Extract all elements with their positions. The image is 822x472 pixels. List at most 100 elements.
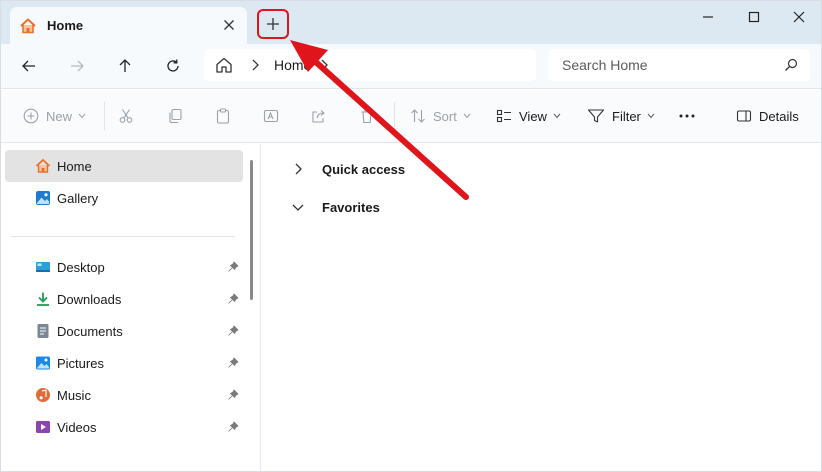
group-quick-access[interactable]: Quick access (291, 158, 405, 180)
divider (104, 102, 105, 130)
new-label: New (46, 108, 73, 124)
group-title: Quick access (322, 161, 406, 177)
address-bar[interactable]: Home (204, 49, 536, 81)
new-tab-button[interactable] (257, 9, 289, 39)
pin-icon[interactable] (227, 357, 239, 369)
share-button[interactable] (311, 104, 327, 128)
chevron-down-icon (78, 113, 86, 119)
breadcrumb-home[interactable]: Home (274, 57, 311, 73)
details-button[interactable]: Details (736, 104, 799, 128)
sidebar-item-pictures[interactable]: Pictures (5, 347, 243, 379)
home-outline-icon[interactable] (214, 55, 234, 75)
chevron-right-icon[interactable] (250, 58, 260, 72)
close-icon (793, 11, 805, 23)
sidebar-item-label: Home (57, 158, 92, 174)
tab-home[interactable]: Home (10, 7, 247, 44)
videos-icon (35, 419, 51, 435)
navigation-bar: Home (1, 44, 821, 89)
plus-icon (267, 18, 279, 30)
sidebar-item-label: Music (57, 387, 91, 403)
rename-icon (263, 109, 279, 123)
view-button[interactable]: View (496, 104, 561, 128)
home-icon (35, 158, 51, 174)
sort-icon (411, 109, 425, 123)
sidebar-item-downloads[interactable]: Downloads (5, 283, 243, 315)
arrow-right-icon (71, 60, 84, 72)
details-label: Details (759, 108, 799, 124)
pin-icon[interactable] (227, 421, 239, 433)
sort-button[interactable]: Sort (410, 104, 471, 128)
command-bar: New Sort View Filter Details (1, 90, 821, 143)
filter-icon (587, 109, 605, 123)
downloads-icon (35, 291, 51, 307)
group-favorites[interactable]: Favorites (291, 196, 380, 218)
new-button[interactable]: New (23, 104, 86, 128)
tab-title: Home (47, 18, 84, 33)
refresh-icon (167, 59, 179, 72)
chevron-right-icon (291, 162, 305, 176)
sidebar-item-home[interactable]: Home (5, 150, 243, 182)
chevron-down-icon (291, 200, 305, 214)
delete-button[interactable] (359, 104, 375, 128)
cut-button[interactable] (118, 104, 134, 128)
sidebar-item-documents[interactable]: Documents (5, 315, 243, 347)
sidebar-item-desktop[interactable]: Desktop (5, 251, 243, 283)
desktop-icon (35, 259, 51, 275)
navigation-pane: Home Gallery Desktop Downloads Documents… (1, 144, 259, 471)
paste-button[interactable] (215, 104, 231, 128)
search-input[interactable] (562, 57, 772, 73)
search-box[interactable] (548, 49, 810, 81)
group-title: Favorites (322, 199, 380, 215)
close-tab-icon[interactable] (220, 16, 238, 34)
search-icon (785, 58, 798, 71)
plus-circle-icon (23, 108, 39, 124)
up-button[interactable] (110, 51, 140, 81)
rename-button[interactable] (263, 104, 279, 128)
sidebar-item-label: Downloads (57, 291, 122, 307)
sidebar-item-label: Videos (57, 419, 97, 435)
pin-icon[interactable] (227, 261, 239, 273)
copy-icon (169, 108, 182, 124)
details-pane-icon (736, 110, 752, 122)
documents-icon (35, 323, 51, 339)
sidebar-item-label: Gallery (57, 190, 99, 206)
divider (394, 102, 395, 130)
copy-button[interactable] (167, 104, 183, 128)
title-bar: Home (1, 1, 821, 44)
gallery-icon (35, 190, 51, 206)
maximize-button[interactable] (731, 1, 777, 33)
refresh-button[interactable] (158, 51, 188, 81)
maximize-icon (748, 11, 760, 23)
pin-icon[interactable] (227, 389, 239, 401)
pictures-icon (35, 355, 51, 371)
more-options-button[interactable] (677, 104, 697, 128)
sidebar-scrollbar[interactable] (250, 160, 253, 300)
sidebar-item-videos[interactable]: Videos (5, 411, 243, 443)
trash-icon (361, 109, 373, 124)
minimize-button[interactable] (685, 1, 731, 33)
sidebar-item-label: Pictures (57, 355, 104, 371)
content-pane: Quick access Favorites (261, 144, 821, 471)
minimize-icon (703, 16, 713, 18)
chevron-down-icon (647, 113, 655, 119)
forward-button[interactable] (62, 51, 92, 81)
home-icon (19, 17, 37, 35)
chevron-right-icon[interactable] (319, 58, 329, 72)
sidebar-item-label: Desktop (57, 259, 105, 275)
view-label: View (519, 108, 547, 124)
share-icon (312, 110, 325, 123)
chevron-down-icon (463, 113, 471, 119)
filter-button[interactable]: Filter (587, 104, 655, 128)
file-explorer-window: Home Home Search Home New Sort View Filt… (0, 0, 822, 472)
sidebar-item-music[interactable]: Music (5, 379, 243, 411)
chevron-down-icon (553, 113, 561, 119)
sidebar-item-gallery[interactable]: Gallery (5, 182, 243, 214)
view-list-icon (496, 109, 511, 123)
more-icon (679, 114, 695, 118)
clipboard-icon (216, 108, 230, 124)
pin-icon[interactable] (227, 293, 239, 305)
filter-label: Filter (612, 108, 641, 124)
pin-icon[interactable] (227, 325, 239, 337)
close-window-button[interactable] (776, 1, 821, 33)
back-button[interactable] (14, 51, 44, 81)
